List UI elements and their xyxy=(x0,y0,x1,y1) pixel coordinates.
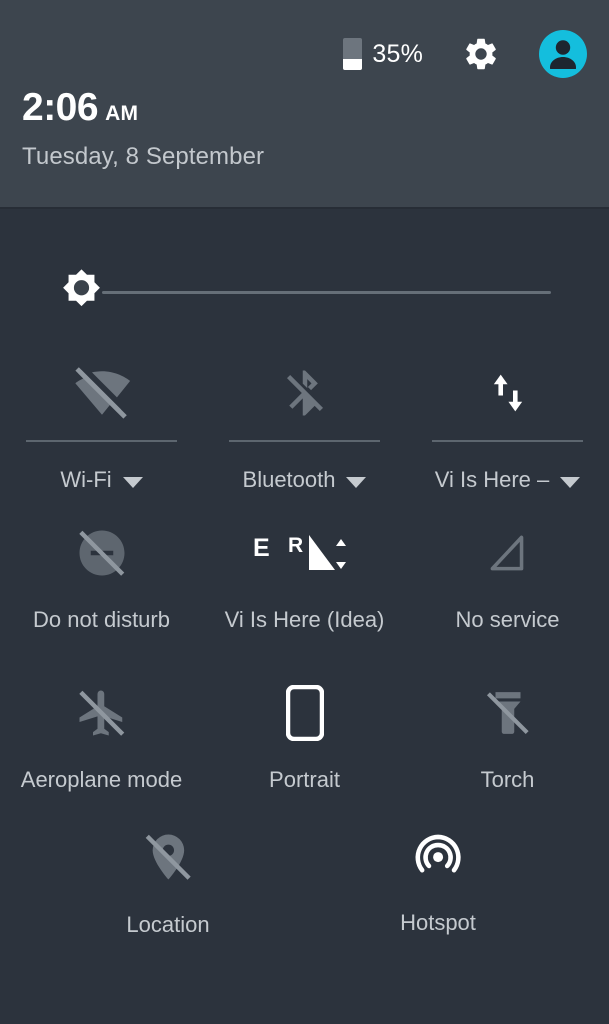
tile-label-text: Portrait xyxy=(269,767,340,792)
chevron-down-icon[interactable] xyxy=(122,476,143,488)
data-transfer-icon xyxy=(483,362,533,424)
tile-label-no-service: No service xyxy=(456,607,560,633)
tile-mobile-data[interactable]: Vi Is Here – xyxy=(406,352,609,510)
tile-hotspot[interactable]: Hotspot xyxy=(400,830,476,936)
tile-label-text: Hotspot xyxy=(400,910,476,935)
clock-ampm: AM xyxy=(105,102,139,125)
tile-label-text: Vi Is Here – xyxy=(434,467,550,492)
tile-no-service[interactable]: No service xyxy=(406,510,609,670)
clock-time: 2:06 xyxy=(22,86,99,129)
tile-label-do-not-disturb: Do not disturb xyxy=(33,607,170,633)
user-avatar-button[interactable] xyxy=(539,30,587,78)
chevron-down-icon[interactable] xyxy=(346,476,367,488)
brightness-sun-icon xyxy=(63,269,100,307)
network-type-label: E xyxy=(253,534,270,562)
flashlight-off-icon xyxy=(483,682,533,744)
tile-label-bluetooth: Bluetooth xyxy=(243,467,367,493)
tile-aeroplane-mode[interactable]: Aeroplane mode xyxy=(0,670,203,830)
tile-label-text: Location xyxy=(126,912,210,937)
tile-label-text: Do not disturb xyxy=(33,607,170,632)
settings-button[interactable] xyxy=(461,34,501,74)
no-signal-icon xyxy=(483,522,533,584)
tile-portrait[interactable]: Portrait xyxy=(203,670,406,830)
mobile-signal-icon: E R xyxy=(251,522,359,584)
airplane-off-icon xyxy=(75,682,129,744)
brightness-thumb[interactable] xyxy=(53,264,110,321)
tile-underline xyxy=(432,440,583,442)
tile-label-text: Vi Is Here (Idea) xyxy=(224,607,385,632)
roaming-label: R xyxy=(288,534,303,557)
clock-block[interactable]: 2:06 AM Tuesday, 8 September xyxy=(22,88,264,171)
user-avatar-icon xyxy=(550,40,576,69)
wifi-off-icon xyxy=(73,362,131,424)
tile-mobile-signal[interactable]: E R Vi Is Here (Idea) xyxy=(203,510,406,670)
location-off-icon xyxy=(141,830,195,889)
battery-percent-label: 35% xyxy=(372,39,423,68)
tile-do-not-disturb[interactable]: Do not disturb xyxy=(0,510,203,670)
tile-label-text: Bluetooth xyxy=(242,467,336,492)
hotspot-icon xyxy=(412,830,464,887)
tile-label-mobile-signal: Vi Is Here (Idea) xyxy=(225,607,385,633)
tile-label-torch: Torch xyxy=(481,767,535,793)
tile-row-1: Wi-Fi Bluetooth Vi Is Here – xyxy=(0,352,609,510)
tile-row-4: Location Hotspot xyxy=(0,830,609,990)
tile-label-text: Torch xyxy=(480,767,535,792)
bluetooth-off-icon xyxy=(278,362,332,424)
tile-torch[interactable]: Torch xyxy=(406,670,609,830)
tile-label-text: No service xyxy=(455,607,560,632)
tile-label-text: Wi-Fi xyxy=(60,467,112,492)
tile-wifi[interactable]: Wi-Fi xyxy=(0,352,203,510)
tile-label-aeroplane-mode: Aeroplane mode xyxy=(21,767,182,793)
tile-location[interactable]: Location xyxy=(126,830,210,938)
chevron-down-icon[interactable] xyxy=(560,476,581,488)
quick-settings-tiles: Wi-Fi Bluetooth Vi Is Here – Do not dist… xyxy=(0,352,609,990)
status-header: 35% 2:06 AM Tuesday, 8 September xyxy=(0,0,609,209)
do-not-disturb-off-icon xyxy=(75,522,129,584)
tile-label-location: Location xyxy=(126,912,209,938)
brightness-slider[interactable] xyxy=(53,264,551,324)
tile-row-2: Do not disturb E R Vi Is Here (Idea) No … xyxy=(0,510,609,670)
tile-label-hotspot: Hotspot xyxy=(400,910,476,936)
screen-rotation-portrait-icon xyxy=(285,682,324,744)
tile-label-text: Aeroplane mode xyxy=(20,767,183,792)
gear-icon xyxy=(466,38,496,70)
tile-label-mobile-data: Vi Is Here – xyxy=(435,467,581,493)
tile-underline xyxy=(26,440,177,442)
tile-underline xyxy=(229,440,380,442)
quick-settings-panel: 35% 2:06 AM Tuesday, 8 September Wi-Fi B… xyxy=(0,0,609,1024)
battery-icon xyxy=(343,38,363,70)
clock-date: Tuesday, 8 September xyxy=(22,143,265,170)
tile-label-portrait: Portrait xyxy=(269,767,340,793)
status-icons-row: 35% xyxy=(343,30,587,78)
brightness-track[interactable] xyxy=(102,291,551,294)
battery-status: 35% xyxy=(343,38,423,70)
tile-row-3: Aeroplane mode Portrait Torch xyxy=(0,670,609,830)
tile-label-wifi: Wi-Fi xyxy=(60,467,143,493)
header-divider xyxy=(0,207,609,209)
tile-bluetooth[interactable]: Bluetooth xyxy=(203,352,406,510)
